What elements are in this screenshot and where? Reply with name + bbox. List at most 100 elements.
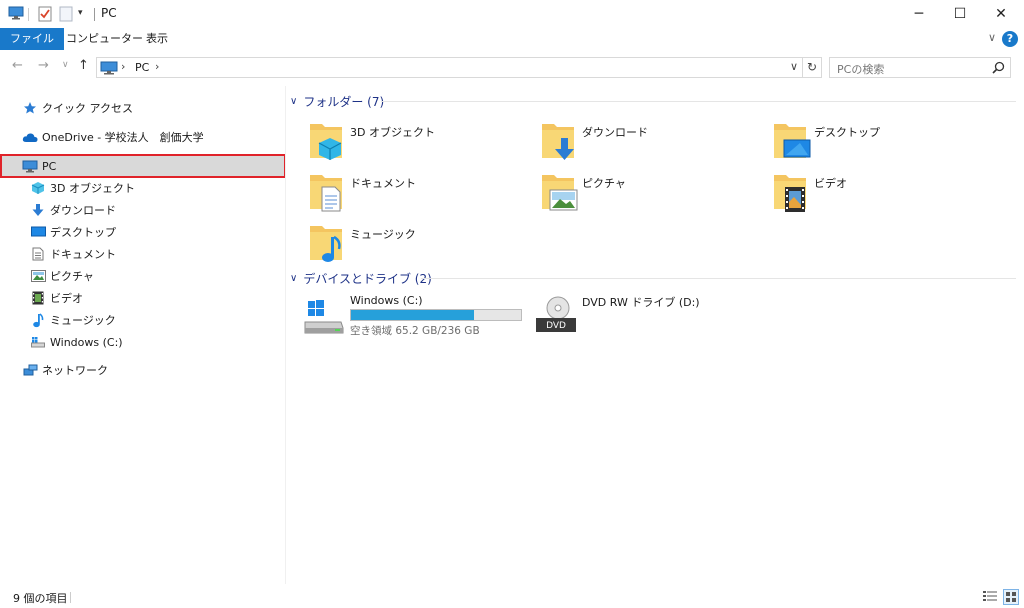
drive-dvd-d[interactable]: DVD DVD RW ドライブ (D:) (534, 292, 734, 340)
help-button[interactable]: ? (1002, 31, 1018, 47)
nav-pictures[interactable]: ピクチャ (30, 265, 94, 287)
address-bar[interactable]: › PC › ∨ (96, 57, 803, 78)
nav-label: OneDrive - 学校法人 創価大学 (42, 131, 204, 144)
folder-label: デスクトップ (814, 126, 880, 139)
devices-group-header[interactable]: ∨ デバイスとドライブ (2) (290, 268, 432, 288)
nav-videos[interactable]: ビデオ (30, 287, 83, 309)
status-bar: 9 個の項目 (0, 586, 1024, 608)
title-bar: ▾ PC ─ ☐ ✕ (0, 0, 1024, 28)
search-input[interactable]: PCの検索 (829, 57, 1011, 78)
details-view-icon[interactable] (982, 589, 998, 605)
up-button[interactable]: ↑ (78, 58, 89, 73)
forward-button[interactable]: → (38, 58, 49, 73)
chevron-down-icon[interactable]: ∨ (290, 273, 297, 284)
folder-label: ピクチャ (582, 177, 626, 190)
nav-drive-c[interactable]: Windows (C:) (30, 331, 123, 353)
group-title: デバイスとドライブ (2) (303, 271, 432, 286)
nav-documents[interactable]: ドキュメント (30, 243, 116, 265)
nav-label: ミュージック (50, 314, 116, 327)
folder-desktop[interactable]: デスクトップ (772, 118, 992, 166)
folder-music[interactable]: ミュージック (308, 220, 528, 268)
nav-pc[interactable]: PC (0, 154, 286, 178)
folder-downloads[interactable]: ダウンロード (540, 118, 760, 166)
folder-label: ビデオ (814, 177, 847, 190)
dvd-drive-icon: DVD (536, 296, 576, 332)
music-folder-icon (310, 226, 342, 262)
folder-label: ドキュメント (350, 177, 416, 190)
navigation-pane: クイック アクセス OneDrive - 学校法人 創価大学 PC 3D オブジ… (0, 86, 286, 584)
group-divider (381, 101, 1016, 102)
downloads-folder-icon (542, 124, 574, 160)
nav-label: PC (42, 159, 57, 173)
folder-3d-objects[interactable]: 3D オブジェクト (308, 118, 528, 166)
breadcrumb-chevron-icon[interactable]: › (121, 60, 125, 73)
nav-3d-objects[interactable]: 3D オブジェクト (30, 177, 135, 199)
address-pc-icon (100, 61, 118, 78)
nav-label: ネットワーク (42, 364, 108, 377)
nav-desktop[interactable]: デスクトップ (30, 221, 116, 243)
folder-documents[interactable]: ドキュメント (308, 169, 528, 217)
close-button[interactable]: ✕ (978, 0, 1024, 28)
download-icon (30, 202, 46, 218)
3d-objects-icon (30, 180, 46, 196)
network-icon (22, 362, 38, 378)
qat-divider (28, 8, 29, 21)
recent-locations-button[interactable]: ∨ (62, 60, 69, 70)
pc-icon[interactable] (8, 6, 24, 23)
nav-label: クイック アクセス (42, 102, 133, 115)
breadcrumb-chevron-icon[interactable]: › (155, 60, 159, 73)
videos-icon (30, 290, 46, 306)
item-count: 9 個の項目 (13, 592, 68, 605)
documents-icon (30, 246, 46, 262)
folder-label: ダウンロード (582, 126, 648, 139)
customize-qat-icon[interactable]: ▾ (78, 8, 83, 18)
chevron-down-icon[interactable]: ∨ (290, 96, 297, 107)
folder-label: 3D オブジェクト (350, 126, 435, 139)
status-divider (70, 592, 71, 603)
back-button[interactable]: ← (12, 58, 23, 73)
tab-view[interactable]: 表示 (136, 28, 178, 50)
window-title: PC (101, 6, 117, 20)
new-folder-icon[interactable] (59, 6, 73, 25)
address-dropdown-icon[interactable]: ∨ (790, 60, 798, 73)
breadcrumb-pc[interactable]: PC (135, 61, 149, 74)
windows-drive-icon (304, 300, 344, 334)
drive-free-space: 空き領域 65.2 GB/236 GB (350, 325, 480, 337)
ribbon-collapse-icon[interactable]: ∨ (988, 31, 996, 44)
documents-folder-icon (310, 175, 342, 212)
nav-downloads[interactable]: ダウンロード (30, 199, 116, 221)
nav-label: ドキュメント (50, 248, 116, 261)
videos-folder-icon (774, 175, 806, 212)
nav-label: ダウンロード (50, 204, 116, 217)
refresh-button[interactable]: ↻ (803, 57, 822, 78)
nav-label: Windows (C:) (50, 335, 123, 349)
minimize-button[interactable]: ─ (896, 0, 942, 28)
nav-label: ビデオ (50, 292, 83, 305)
folders-group-header[interactable]: ∨ フォルダー (7) (290, 91, 384, 111)
search-icon[interactable] (992, 61, 1005, 77)
nav-onedrive[interactable]: OneDrive - 学校法人 創価大学 (22, 126, 204, 148)
drive-windows-c[interactable]: Windows (C:) 空き領域 65.2 GB/236 GB (302, 292, 532, 340)
3d-objects-folder-icon (310, 124, 342, 160)
group-title: フォルダー (7) (303, 94, 385, 109)
folder-label: ミュージック (350, 228, 416, 241)
nav-label: ピクチャ (50, 270, 94, 283)
nav-label: 3D オブジェクト (50, 182, 135, 195)
maximize-button[interactable]: ☐ (937, 0, 983, 28)
tab-file[interactable]: ファイル (0, 28, 64, 50)
group-divider (421, 278, 1016, 279)
star-icon (22, 100, 38, 116)
nav-network[interactable]: ネットワーク (22, 359, 108, 381)
folder-videos[interactable]: ビデオ (772, 169, 992, 217)
folder-pictures[interactable]: ピクチャ (540, 169, 760, 217)
music-icon (30, 312, 46, 328)
drive-usage-bar (350, 309, 522, 321)
properties-icon[interactable] (38, 6, 52, 25)
large-icons-view-icon[interactable] (1003, 589, 1019, 605)
content-pane: ∨ フォルダー (7) 3D オブジェクト ダウンロード デスクトップ ドキュメ… (286, 86, 1024, 584)
nav-music[interactable]: ミュージック (30, 309, 116, 331)
nav-quick-access[interactable]: クイック アクセス (22, 97, 133, 119)
drive-usage-fill (351, 310, 475, 320)
pc-icon (22, 158, 38, 174)
cloud-icon (22, 129, 38, 145)
